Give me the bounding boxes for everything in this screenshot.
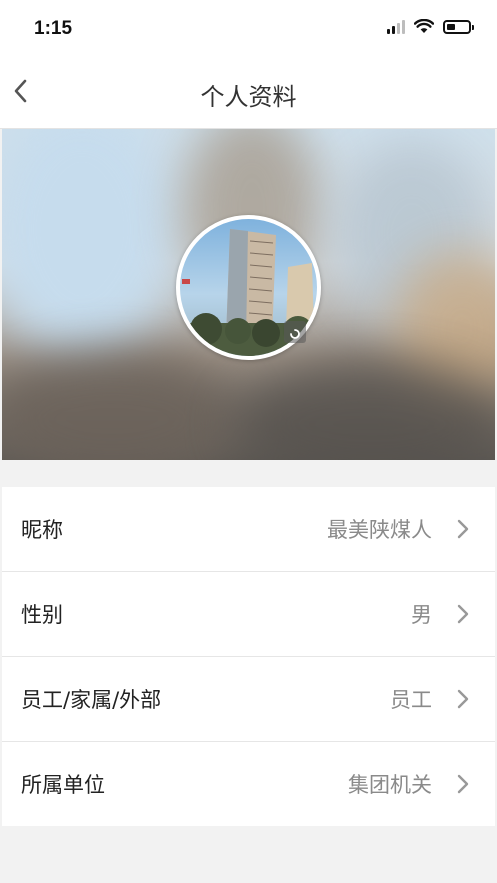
- row-value: 集团机关: [348, 773, 432, 797]
- nav-bar: 个人资料: [0, 58, 497, 129]
- row-value: 员工: [390, 688, 432, 712]
- camera-glyph: [290, 329, 300, 339]
- wifi-icon: [414, 19, 434, 33]
- row-gender[interactable]: 性别 男: [2, 572, 495, 657]
- chevron-right-icon: [457, 689, 469, 709]
- chevron-right-icon: [457, 774, 469, 794]
- row-label: 昵称: [21, 518, 63, 542]
- cellular-signal-icon: [387, 19, 405, 34]
- chevron-right-icon: [457, 604, 469, 624]
- row-organization[interactable]: 所属单位 集团机关: [2, 742, 495, 826]
- chevron-right-icon: [457, 519, 469, 539]
- status-time: 1:15: [34, 18, 73, 39]
- camera-icon[interactable]: [284, 321, 306, 343]
- row-value: 男: [411, 603, 432, 627]
- page-title: 个人资料: [200, 83, 297, 111]
- status-bar: 1:15: [0, 0, 497, 58]
- profile-info-list: 昵称 最美陕煤人 性别 男 员工/家属/外部 员工 所属单位 集团机关: [2, 487, 495, 826]
- row-label: 员工/家属/外部: [21, 688, 162, 712]
- row-nickname[interactable]: 昵称 最美陕煤人: [2, 487, 495, 572]
- battery-icon: [443, 19, 474, 34]
- row-label: 性别: [21, 603, 63, 627]
- row-value: 最美陕煤人: [327, 518, 432, 542]
- row-identity-type[interactable]: 员工/家属/外部 员工: [2, 657, 495, 742]
- row-label: 所属单位: [21, 773, 105, 797]
- status-icons: [387, 19, 474, 34]
